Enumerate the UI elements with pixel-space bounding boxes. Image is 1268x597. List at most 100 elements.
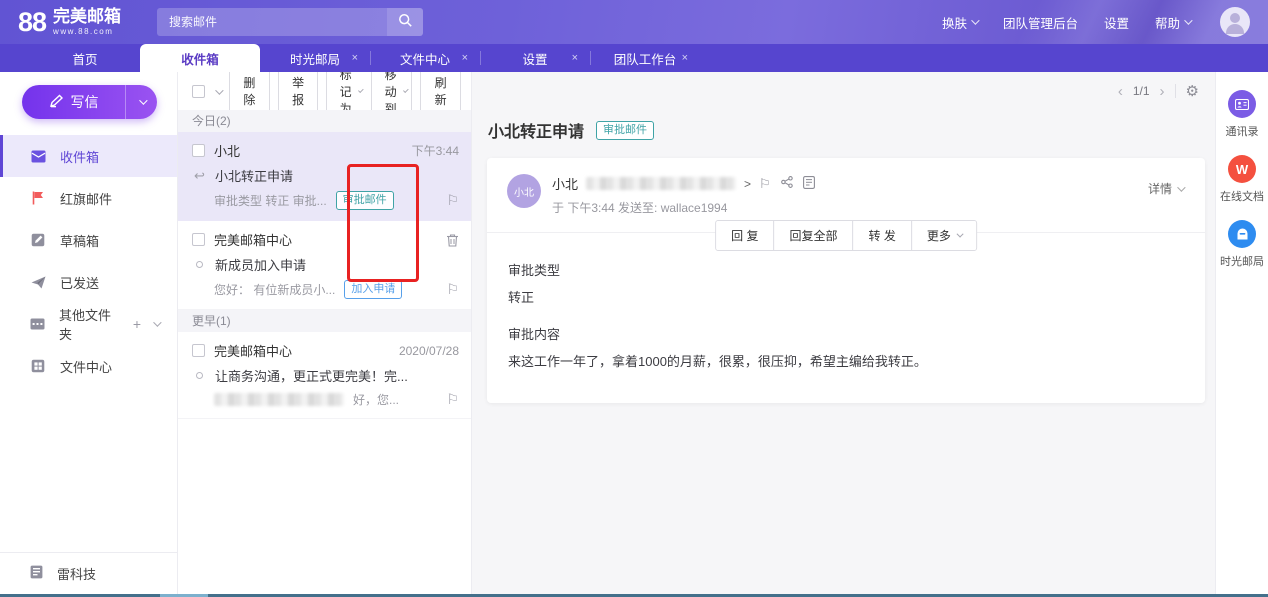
mail-checkbox[interactable]	[192, 233, 205, 246]
draft-icon	[30, 232, 46, 248]
share-icon[interactable]	[780, 176, 793, 191]
top-header: 88 完美邮箱 www.88.com 换肤 团队管理后台 设置 帮助	[0, 0, 1268, 44]
search-input[interactable]	[157, 8, 388, 36]
team-admin-link[interactable]: 团队管理后台	[1003, 13, 1078, 32]
mail-list-pane: 删 除 举 报 标记为 移动到 刷 新 今日(2) 小北 下午3:44 ↩ 小北…	[178, 59, 472, 594]
inbox-icon	[30, 148, 46, 164]
mail-subject: 小北转正申请	[215, 169, 294, 184]
shortcut-label: 在线文档	[1220, 191, 1264, 203]
chevron-down-icon	[138, 96, 148, 105]
mail-time: 下午3:44	[411, 144, 459, 158]
sidebar-item-flagged[interactable]: 红旗邮件	[0, 177, 177, 219]
left-sidebar: 写信 收件箱 红旗邮件 草稿箱 已发送 其他文件夹 + 文件中心 雷科技	[0, 72, 178, 594]
mail-preview: 您好： 有位新成员小...	[214, 283, 336, 297]
flag-icon[interactable]: ⚐	[446, 391, 459, 408]
folder-icon	[30, 316, 45, 332]
chevron-down-icon	[971, 16, 980, 25]
gear-icon[interactable]: ⚙	[1186, 84, 1199, 99]
settings-link[interactable]: 设置	[1104, 13, 1129, 32]
memo-icon[interactable]	[802, 175, 815, 192]
add-folder-icon[interactable]: +	[133, 316, 141, 332]
mail-checkbox[interactable]	[192, 144, 205, 157]
body-value-content: 来这工作一年了，拿着1000的月薪，很累，很压抑，希望主编给我转正。	[508, 353, 927, 369]
forward-button[interactable]: 转 发	[852, 221, 911, 250]
sidebar-item-label: 红旗邮件	[60, 191, 113, 207]
search-button[interactable]	[387, 8, 424, 36]
org-label: 雷科技	[57, 567, 97, 582]
tab-settings[interactable]: 设置 ×	[480, 44, 590, 72]
sidebar-item-label: 文件中心	[60, 359, 113, 375]
flag-icon[interactable]: ⚐	[446, 192, 459, 209]
sent-meta: 于 下午3:44 发送至: wallace1994	[552, 201, 728, 215]
tab-bar: 首页 收件箱 时光邮局 × 文件中心 × 设置 × 团队工作台 ×	[0, 44, 1268, 72]
flag-icon[interactable]: ⚐	[446, 281, 459, 298]
section-header-earlier: 更早(1)	[178, 310, 471, 332]
tab-time-post[interactable]: 时光邮局 ×	[260, 44, 370, 72]
refresh-button[interactable]: 刷 新	[420, 68, 461, 114]
org-doc-icon	[30, 565, 43, 582]
select-all-checkbox[interactable]	[192, 84, 205, 98]
select-dropdown[interactable]	[215, 82, 224, 100]
close-icon[interactable]: ×	[352, 52, 358, 64]
search-icon	[398, 13, 413, 31]
mail-row-3[interactable]: 完美邮箱中心 2020/07/28 让商务沟通，更正式更完美！完... 好，您.…	[178, 332, 471, 419]
delete-button[interactable]: 删 除	[229, 68, 270, 114]
close-icon[interactable]: ×	[682, 52, 688, 64]
user-avatar[interactable]	[1220, 7, 1250, 37]
body-label-content: 审批内容	[508, 327, 561, 342]
chevron-down-icon	[1177, 182, 1186, 192]
compose-dropdown[interactable]	[125, 85, 157, 119]
contacts-shortcut[interactable]: 通讯录	[1226, 90, 1259, 139]
tab-file-center[interactable]: 文件中心 ×	[370, 44, 480, 72]
sidebar-item-sent[interactable]: 已发送	[0, 261, 177, 303]
mail-subject: 让商务沟通，更正式更完美！完...	[215, 369, 408, 384]
online-docs-shortcut[interactable]: W 在线文档	[1220, 155, 1264, 204]
mail-sender: 完美邮箱中心	[214, 344, 293, 359]
time-post-shortcut[interactable]: 时光邮局	[1220, 220, 1264, 269]
unread-dot	[196, 372, 203, 379]
mail-row-2[interactable]: 完美邮箱中心 新成员加入申请 您好： 有位新成员小... 加入申请 ⚐	[178, 221, 471, 310]
page-prev-icon[interactable]: ‹	[1118, 84, 1123, 99]
sidebar-item-file-center[interactable]: 文件中心	[0, 345, 177, 387]
reply-all-button[interactable]: 回复全部	[773, 221, 853, 250]
close-icon[interactable]: ×	[572, 52, 578, 64]
shortcut-label: 时光邮局	[1220, 256, 1264, 268]
sidebar-item-org[interactable]: 雷科技	[0, 552, 177, 594]
body-label-type: 审批类型	[508, 263, 561, 278]
more-button[interactable]: 更多	[910, 221, 976, 250]
file-center-icon	[30, 358, 46, 374]
skin-link[interactable]: 换肤	[942, 13, 980, 32]
tab-home[interactable]: 首页	[30, 44, 140, 72]
sidebar-item-other-folders[interactable]: 其他文件夹 +	[0, 303, 177, 345]
close-icon[interactable]: ×	[462, 52, 468, 64]
sidebar-item-label: 其他文件夹	[59, 308, 112, 342]
trash-icon[interactable]	[446, 233, 459, 247]
reply-button[interactable]: 回 复	[716, 221, 774, 250]
tab-team-workspace[interactable]: 团队工作台 ×	[590, 44, 700, 72]
chevron-down-icon[interactable]	[153, 318, 162, 327]
list-toolbar: 删 除 举 报 标记为 移动到 刷 新	[178, 59, 471, 123]
sidebar-item-label: 草稿箱	[60, 233, 100, 249]
mail-date: 2020/07/28	[398, 343, 459, 358]
mail-checkbox[interactable]	[192, 344, 205, 357]
chevron-down-icon	[357, 86, 364, 93]
page-next-icon[interactable]: ›	[1160, 84, 1165, 99]
tab-inbox[interactable]: 收件箱	[140, 44, 260, 72]
details-toggle[interactable]: 详情	[1148, 180, 1186, 197]
chevron-down-icon	[402, 86, 409, 93]
mail-actions: 回 复 回复全部 转 发 更多	[715, 220, 977, 251]
chevron-down-icon	[956, 230, 964, 238]
compose-button[interactable]: 写信	[22, 85, 157, 119]
sidebar-item-inbox[interactable]: 收件箱	[0, 135, 177, 177]
report-button[interactable]: 举 报	[277, 68, 319, 114]
flag-icon[interactable]: ⚐	[759, 176, 771, 192]
shortcut-label: 通讯录	[1225, 126, 1259, 138]
logo-name: 完美邮箱	[53, 7, 122, 26]
sidebar-item-label: 已发送	[60, 275, 100, 291]
join-request-badge: 加入申请	[344, 280, 403, 299]
mail-subject-title: 小北转正申请	[488, 124, 585, 141]
help-link[interactable]: 帮助	[1155, 13, 1193, 32]
sidebar-item-drafts[interactable]: 草稿箱	[0, 219, 177, 261]
body-value-type: 转正	[508, 289, 535, 305]
mail-row-1[interactable]: 小北 下午3:44 ↩ 小北转正申请 审批类型 转正 审批... 审批邮件 ⚐	[178, 132, 471, 221]
